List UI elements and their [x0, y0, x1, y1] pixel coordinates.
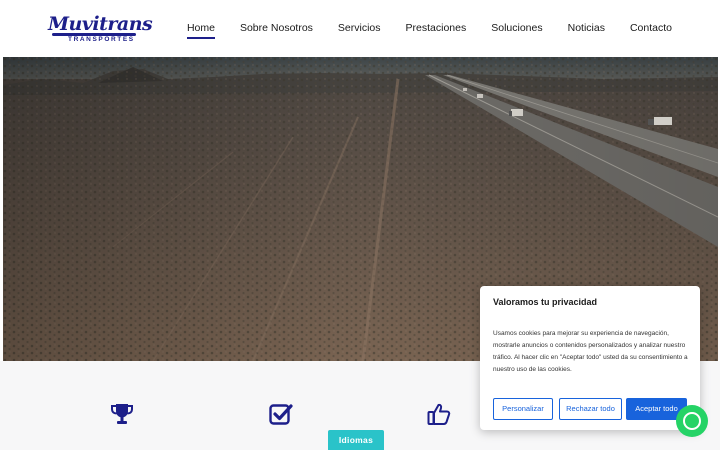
customize-cookies-button[interactable]: Personalizar [493, 398, 553, 420]
cookie-consent-dialog: Valoramos tu privacidad Usamos cookies p… [480, 286, 700, 430]
language-selector-button[interactable]: Idiomas [328, 430, 384, 450]
nav-item-soluciones[interactable]: Soluciones [491, 22, 542, 35]
brand-logo[interactable]: Muvitrans TRANSPORTES [48, 14, 153, 44]
trophy-icon [111, 404, 133, 424]
site-header: Muvitrans TRANSPORTES Home Sobre Nosotro… [0, 0, 720, 57]
nav-item-contacto[interactable]: Contacto [630, 22, 672, 35]
brand-logo-wordmark: Muvitrans [48, 13, 153, 35]
reject-all-cookies-button[interactable]: Rechazar todo [559, 398, 622, 420]
whatsapp-icon [683, 412, 701, 430]
nav-item-servicios[interactable]: Servicios [338, 22, 381, 35]
whatsapp-chat-button[interactable] [676, 405, 708, 437]
nav-item-sobre-nosotros[interactable]: Sobre Nosotros [240, 22, 313, 35]
check-square-icon [269, 404, 293, 425]
nav-item-noticias[interactable]: Noticias [568, 22, 605, 35]
brand-logo-tagline: TRANSPORTES [68, 36, 135, 43]
cookie-dialog-text: Usamos cookies para mejorar su experienc… [493, 330, 688, 373]
nav-item-prestaciones[interactable]: Prestaciones [406, 22, 467, 35]
cookie-dialog-title: Valoramos tu privacidad [493, 297, 598, 307]
main-navigation: Home Sobre Nosotros Servicios Prestacion… [162, 22, 672, 39]
nav-item-home[interactable]: Home [186, 22, 215, 39]
thumbs-up-icon [427, 403, 451, 425]
